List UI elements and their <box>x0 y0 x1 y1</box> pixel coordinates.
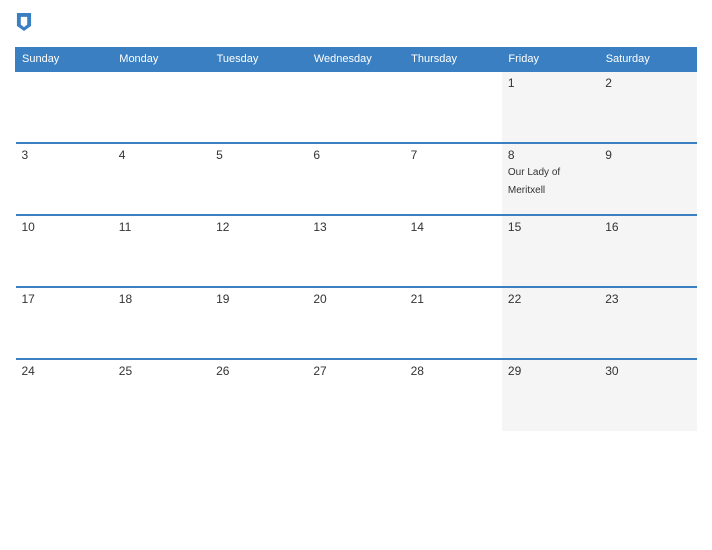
calendar-cell: 16 <box>599 215 696 287</box>
calendar-cell: 14 <box>405 215 502 287</box>
day-number: 9 <box>605 148 690 162</box>
calendar-cell: 20 <box>307 287 404 359</box>
day-number: 17 <box>22 292 107 306</box>
calendar-cell: 12 <box>210 215 307 287</box>
day-number: 15 <box>508 220 593 234</box>
calendar-cell: 27 <box>307 359 404 431</box>
calendar-header-row: SundayMondayTuesdayWednesdayThursdayFrid… <box>16 48 697 72</box>
calendar-cell: 30 <box>599 359 696 431</box>
day-number: 24 <box>22 364 107 378</box>
calendar-cell: 22 <box>502 287 599 359</box>
day-number: 19 <box>216 292 301 306</box>
calendar-body: 12345678Our Lady of Meritxell91011121314… <box>16 71 697 431</box>
calendar-cell: 5 <box>210 143 307 215</box>
calendar-page: SundayMondayTuesdayWednesdayThursdayFrid… <box>0 0 712 550</box>
day-number: 22 <box>508 292 593 306</box>
calendar-cell: 24 <box>16 359 113 431</box>
day-number: 7 <box>411 148 496 162</box>
day-number: 29 <box>508 364 593 378</box>
calendar-cell: 18 <box>113 287 210 359</box>
calendar-cell: 4 <box>113 143 210 215</box>
calendar-cell: 1 <box>502 71 599 143</box>
day-number: 13 <box>313 220 398 234</box>
calendar-cell: 3 <box>16 143 113 215</box>
day-number: 30 <box>605 364 690 378</box>
day-event: Our Lady of Meritxell <box>508 167 560 196</box>
weekday-tuesday: Tuesday <box>210 48 307 72</box>
calendar-cell <box>307 71 404 143</box>
day-number: 25 <box>119 364 204 378</box>
day-number: 2 <box>605 76 690 90</box>
calendar-cell: 13 <box>307 215 404 287</box>
calendar-cell: 9 <box>599 143 696 215</box>
calendar-cell: 15 <box>502 215 599 287</box>
day-number: 6 <box>313 148 398 162</box>
day-number: 1 <box>508 76 593 90</box>
weekday-monday: Monday <box>113 48 210 72</box>
weekday-wednesday: Wednesday <box>307 48 404 72</box>
calendar-cell: 23 <box>599 287 696 359</box>
day-number: 4 <box>119 148 204 162</box>
day-number: 27 <box>313 364 398 378</box>
day-number: 12 <box>216 220 301 234</box>
calendar-cell: 10 <box>16 215 113 287</box>
calendar-header <box>15 10 697 41</box>
calendar-week-3: 10 11 12 13 14 15 16 <box>16 215 697 287</box>
weekday-friday: Friday <box>502 48 599 72</box>
calendar-cell: 11 <box>113 215 210 287</box>
weekday-saturday: Saturday <box>599 48 696 72</box>
calendar-cell: 28 <box>405 359 502 431</box>
day-number: 23 <box>605 292 690 306</box>
calendar-cell <box>210 71 307 143</box>
weekday-header-row: SundayMondayTuesdayWednesdayThursdayFrid… <box>16 48 697 72</box>
calendar-cell <box>113 71 210 143</box>
weekday-sunday: Sunday <box>16 48 113 72</box>
calendar-cell: 7 <box>405 143 502 215</box>
logo-image <box>15 14 33 37</box>
calendar-week-5: 24 25 26 27 28 29 30 <box>16 359 697 431</box>
calendar-table: SundayMondayTuesdayWednesdayThursdayFrid… <box>15 47 697 431</box>
calendar-cell: 25 <box>113 359 210 431</box>
weekday-thursday: Thursday <box>405 48 502 72</box>
day-number: 20 <box>313 292 398 306</box>
day-number: 18 <box>119 292 204 306</box>
calendar-cell: 29 <box>502 359 599 431</box>
day-number: 26 <box>216 364 301 378</box>
day-number: 28 <box>411 364 496 378</box>
day-number: 21 <box>411 292 496 306</box>
day-number: 5 <box>216 148 301 162</box>
calendar-cell: 6 <box>307 143 404 215</box>
day-number: 3 <box>22 148 107 162</box>
calendar-cell: 26 <box>210 359 307 431</box>
calendar-cell: 2 <box>599 71 696 143</box>
day-number: 14 <box>411 220 496 234</box>
calendar-cell: 21 <box>405 287 502 359</box>
logo <box>15 14 35 37</box>
calendar-cell: 8 Our Lady of Meritxell <box>502 143 599 215</box>
day-number: 11 <box>119 220 204 234</box>
calendar-cell: 17 <box>16 287 113 359</box>
calendar-cell: 19 <box>210 287 307 359</box>
calendar-week-2: 345678 Our Lady of Meritxell 9 <box>16 143 697 215</box>
calendar-week-4: 17 18 19 20 21 22 23 <box>16 287 697 359</box>
calendar-cell <box>405 71 502 143</box>
day-number: 8 <box>508 148 593 162</box>
day-number: 10 <box>22 220 107 234</box>
day-number: 16 <box>605 220 690 234</box>
calendar-cell <box>16 71 113 143</box>
calendar-week-1: 12 <box>16 71 697 143</box>
